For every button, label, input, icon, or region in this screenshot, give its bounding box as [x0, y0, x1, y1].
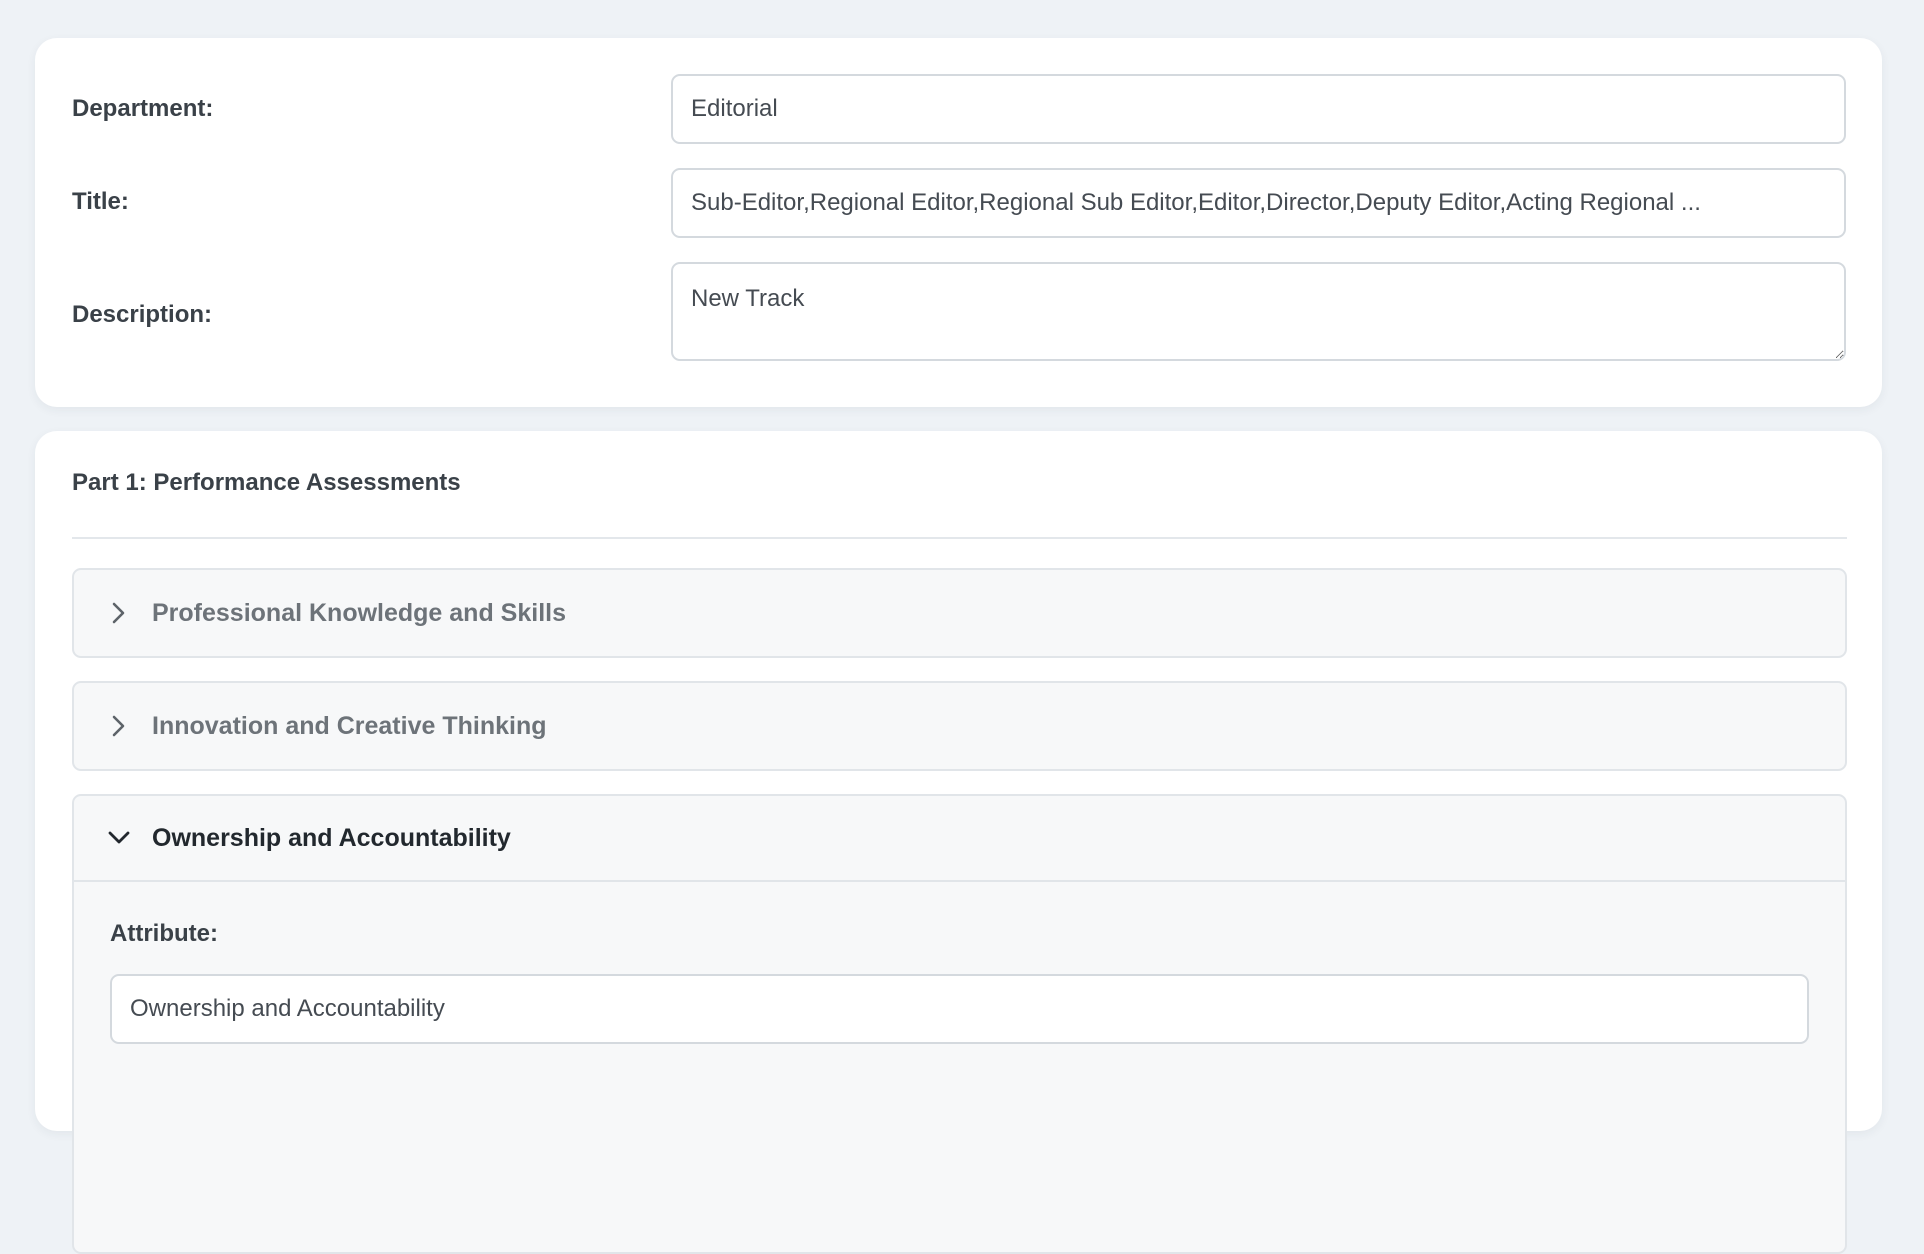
accordion-header-ownership[interactable]: Ownership and Accountability	[74, 796, 1845, 882]
description-label: Description:	[72, 301, 213, 328]
chevron-right-icon	[108, 602, 130, 624]
attribute-input[interactable]	[110, 974, 1809, 1044]
description-textarea[interactable]: New Track	[671, 262, 1846, 361]
accordion-item-professional-knowledge: Professional Knowledge and Skills	[72, 568, 1847, 658]
department-input[interactable]	[671, 74, 1846, 144]
accordion-header-professional-knowledge[interactable]: Professional Knowledge and Skills	[74, 570, 1845, 656]
accordion-title: Ownership and Accountability	[152, 823, 511, 852]
title-input[interactable]	[671, 168, 1846, 238]
accordion-item-ownership: Ownership and Accountability Attribute:	[72, 794, 1847, 1254]
performance-assessments-card: Part 1: Performance Assessments Professi…	[35, 431, 1882, 1254]
title-label: Title:	[72, 188, 129, 215]
accordion-item-innovation: Innovation and Creative Thinking	[72, 681, 1847, 771]
chevron-right-icon	[108, 715, 130, 737]
chevron-down-icon	[108, 827, 130, 849]
department-label: Department:	[72, 95, 214, 122]
attribute-label: Attribute:	[110, 920, 218, 947]
section-divider	[72, 537, 1847, 539]
accordion-header-innovation[interactable]: Innovation and Creative Thinking	[74, 683, 1845, 769]
accordion-body-ownership: Attribute:	[74, 882, 1845, 1252]
accordion-title: Innovation and Creative Thinking	[152, 711, 547, 740]
section-heading: Part 1: Performance Assessments	[72, 469, 461, 496]
track-details-card: Department: Title: Description: New Trac…	[35, 38, 1882, 407]
accordion-title: Professional Knowledge and Skills	[152, 598, 566, 627]
